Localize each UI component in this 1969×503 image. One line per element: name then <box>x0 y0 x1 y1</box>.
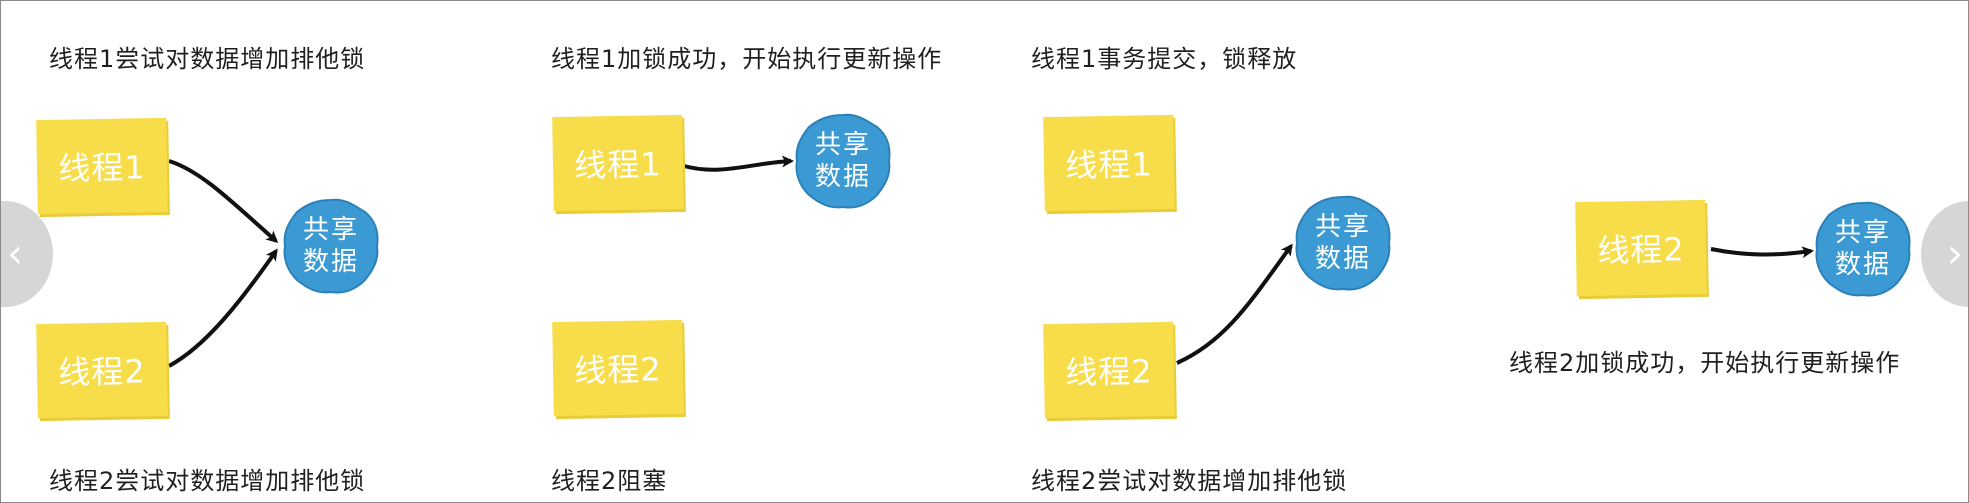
panel4-shared-data-line2: 数据 <box>1834 250 1891 280</box>
panel4-thread2-note: 线程2 <box>1575 199 1707 297</box>
panel3-shared-data-line2: 数据 <box>1314 244 1371 274</box>
diagram-frame: 线程1尝试对数据增加排他锁 线程1 线程2 共享 数据 线程2尝试对数据增加排他… <box>0 0 1969 503</box>
panel2-top-caption: 线程1加锁成功，开始执行更新操作 <box>551 45 943 73</box>
panel3-thread2-note: 线程2 <box>1043 321 1175 419</box>
panel3-bottom-caption: 线程2尝试对数据增加排他锁 <box>1031 467 1348 495</box>
panel2-thread1-note: 线程1 <box>552 114 684 212</box>
panel1-shared-data-line2: 数据 <box>302 247 359 277</box>
arrow-p1-thread1-to-data <box>168 159 279 243</box>
arrow-p2-thread1-to-data <box>683 155 794 172</box>
arrow-p4-thread2-to-data <box>1710 246 1814 259</box>
panel2-shared-data-line1: 共享 <box>814 130 871 160</box>
panel3-shared-data-line1: 共享 <box>1314 212 1371 242</box>
panel1-thread2-note: 线程2 <box>36 321 168 419</box>
panel1-thread1-note: 线程1 <box>36 117 168 215</box>
panel2-shared-data-line2: 数据 <box>814 162 871 192</box>
panel2-shared-data-blob: 共享 数据 <box>793 111 893 211</box>
panel4-shared-data-blob: 共享 数据 <box>1813 199 1913 299</box>
panel4-caption: 线程2加锁成功，开始执行更新操作 <box>1509 349 1901 377</box>
chevron-right-icon: › <box>1947 231 1963 277</box>
panel3-shared-data-blob: 共享 数据 <box>1293 193 1393 293</box>
panel3-top-caption: 线程1事务提交，锁释放 <box>1031 45 1298 73</box>
panel1-top-caption: 线程1尝试对数据增加排他锁 <box>49 45 366 73</box>
panel3-thread1-note: 线程1 <box>1043 114 1175 212</box>
arrow-p3-thread2-to-data <box>1176 243 1293 365</box>
panel2-thread2-note: 线程2 <box>552 319 684 417</box>
panel2-bottom-caption: 线程2阻塞 <box>551 467 668 495</box>
arrow-p1-thread2-to-data <box>168 248 278 368</box>
chevron-left-icon: ‹ <box>7 231 23 277</box>
panel1-shared-data-blob: 共享 数据 <box>281 196 381 296</box>
panel1-bottom-caption: 线程2尝试对数据增加排他锁 <box>49 467 366 495</box>
panel4-shared-data-line1: 共享 <box>1834 218 1891 248</box>
panel1-shared-data-line1: 共享 <box>302 215 359 245</box>
